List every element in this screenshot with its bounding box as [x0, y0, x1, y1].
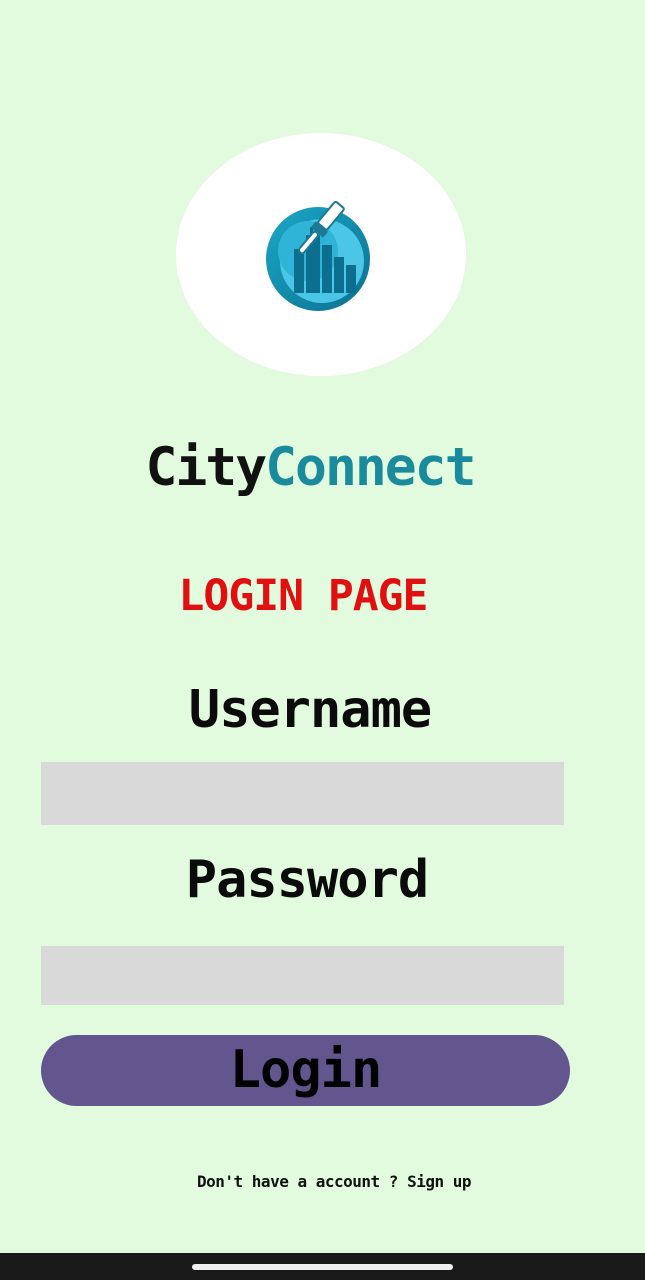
home-indicator[interactable]: [192, 1264, 453, 1270]
username-input[interactable]: [41, 762, 564, 825]
password-input[interactable]: [41, 946, 564, 1005]
system-navigation-bar: [0, 1253, 645, 1280]
signup-link[interactable]: Sign up: [407, 1172, 471, 1191]
signup-prompt-text: Don't have a account ?: [197, 1172, 398, 1191]
app-title-part2: Connect: [265, 437, 476, 498]
logo-container: [176, 133, 466, 376]
signup-prompt: Don't have a account ? Sign up: [0, 1170, 645, 1194]
city-paintbrush-logo-icon: [266, 200, 370, 311]
username-label: Username: [188, 680, 432, 740]
app-title-part1: City: [145, 437, 267, 498]
page-heading: LOGIN PAGE: [178, 571, 429, 621]
password-label: Password: [185, 850, 429, 910]
app-title: CityConnect: [0, 436, 620, 500]
login-button[interactable]: Login: [41, 1035, 570, 1106]
